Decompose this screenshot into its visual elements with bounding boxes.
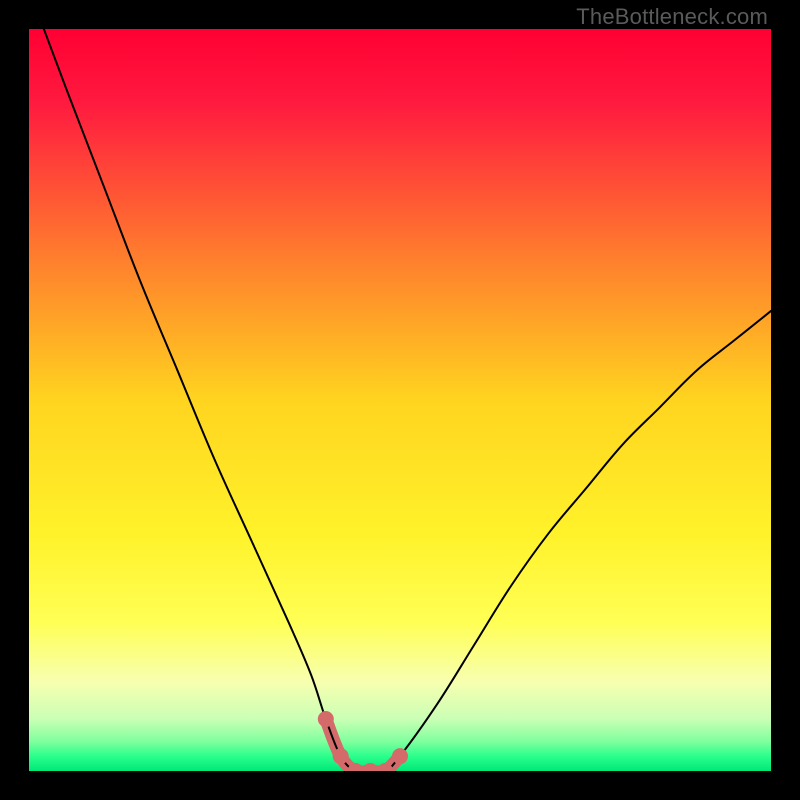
watermark-label: TheBottleneck.com <box>576 4 768 30</box>
curve-layer <box>29 29 771 771</box>
chart-frame: TheBottleneck.com <box>0 0 800 800</box>
highlight-dot <box>318 711 334 727</box>
plot-area <box>29 29 771 771</box>
bottleneck-curve <box>44 29 771 771</box>
highlight-dot <box>362 763 378 771</box>
highlight-dot <box>392 748 408 764</box>
highlight-dot <box>333 748 349 764</box>
